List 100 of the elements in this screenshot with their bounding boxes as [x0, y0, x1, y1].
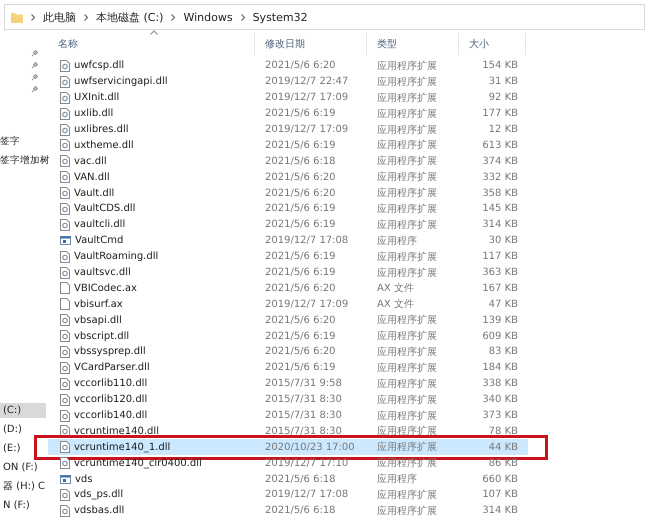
file-row[interactable]: vds_ps.dll 2019/12/7 17:08 应用程序扩展 107 KB [48, 487, 528, 503]
file-type: 应用程序扩展 [376, 440, 438, 454]
file-type: 应用程序扩展 [376, 218, 438, 232]
file-name: vbisurf.ax [74, 298, 123, 310]
nav-item[interactable]: 签字 [0, 135, 46, 148]
modified-date: 2021/5/6 6:20 [264, 282, 337, 294]
drive-item[interactable]: (E:) [0, 441, 46, 456]
file-name: vds [75, 474, 92, 485]
file-size: 613 KB [481, 140, 519, 151]
column-header[interactable]: 大小 [459, 33, 526, 55]
modified-date: 2019/12/7 17:10 [264, 458, 350, 469]
file-size: 373 KB [481, 410, 519, 422]
file-type: 应用程序扩展 [376, 314, 438, 328]
file-row[interactable]: vccorlib110.dll 2015/7/31 9:58 应用程序扩展 338 KB [48, 376, 528, 392]
file-row[interactable]: vaultcli.dll 2021/5/6 6:19 应用程序扩展 314 KB [48, 216, 528, 233]
window-icon [60, 236, 71, 246]
file-row[interactable]: vdsbas.dll 2021/5/6 6:18 应用程序扩展 314 KB [48, 502, 528, 519]
file-row[interactable]: vbisurf.ax 2019/12/7 17:09 AX 文件 47 KB [48, 296, 528, 312]
file-row[interactable]: vccorlib120.dll 2015/7/31 8:30 应用程序扩展 340 KB [48, 392, 528, 408]
file-row[interactable]: vcruntime140.dll 2015/7/31 8:30 应用程序扩展 78 KB [48, 423, 528, 440]
file-type: 应用程序扩展 [376, 138, 438, 152]
modified-date: 2019/12/7 17:08 [264, 235, 350, 246]
file-row[interactable]: VaultCmd 2019/12/7 17:08 应用程序 30 KB [48, 232, 528, 249]
file-row[interactable]: vccorlib140.dll 2015/7/31 8:30 应用程序扩展 373 KB [48, 408, 528, 424]
file-row[interactable]: VCardParser.dll 2021/5/6 6:19 应用程序扩展 184 KB [48, 360, 528, 376]
file-type: 应用程序扩展 [376, 202, 438, 216]
file-size: 30 KB [488, 235, 519, 246]
drive-item[interactable]: ON (F:) [0, 460, 46, 475]
file-row[interactable]: uxlibres.dll 2019/12/7 17:09 应用程序扩展 12 KB [48, 122, 528, 138]
file-type: 应用程序扩展 [376, 346, 438, 359]
file-row[interactable]: UXInit.dll 2019/12/7 17:09 应用程序扩展 92 KB [48, 90, 528, 106]
file-row[interactable]: vbsapi.dll 2021/5/6 6:20 应用程序扩展 139 KB [48, 312, 528, 328]
file-name: vbsapi.dll [74, 314, 122, 326]
breadcrumb-item[interactable]: Windows [183, 10, 233, 24]
file-name: VBICodec.ax [74, 282, 137, 294]
breadcrumb-item[interactable]: 此电脑 [43, 10, 76, 24]
modified-date: 2021/5/6 6:19 [264, 330, 337, 342]
file-name: VCardParser.dll [74, 362, 150, 374]
file-name: vds_ps.dll [74, 489, 124, 500]
drive-item[interactable]: (C:) [0, 403, 46, 418]
file-row[interactable]: VaultCDS.dll 2021/5/6 6:19 应用程序扩展 145 KB [48, 201, 528, 217]
modified-date: 2021/5/6 6:19 [264, 251, 337, 262]
modified-date: 2021/5/6 6:20 [264, 60, 337, 72]
gear-file-icon [60, 330, 70, 342]
drive-item[interactable]: N (F:) [0, 498, 46, 513]
file-row[interactable]: vbssysprep.dll 2021/5/6 6:20 应用程序扩展 83 KB [48, 344, 528, 360]
gear-file-icon [60, 441, 70, 454]
file-row[interactable]: uwfservicingapi.dll 2019/12/7 22:47 应用程序扩展 31 KB [48, 74, 528, 90]
modified-date: 2021/5/6 6:19 [264, 108, 337, 120]
file-row[interactable]: uxtheme.dll 2021/5/6 6:19 应用程序扩展 613 KB [48, 137, 528, 154]
pin-icon[interactable] [31, 62, 38, 69]
gear-file-icon [60, 346, 70, 358]
file-row[interactable]: VAN.dll 2021/5/6 6:20 应用程序扩展 332 KB [48, 169, 528, 186]
chevron-icon [84, 14, 88, 20]
file-row[interactable]: vcruntime140_clr0400.dll 2019/12/7 17:10 应用程序扩展 86 KB [48, 455, 528, 472]
pin-icon[interactable] [31, 86, 38, 93]
file-type: 应用程序扩展 [376, 378, 438, 391]
gear-file-icon [60, 504, 70, 517]
drive-item[interactable]: (D:) [0, 422, 46, 437]
gear-file-icon [60, 410, 70, 422]
file-name: UXInit.dll [74, 92, 120, 104]
file-row[interactable]: VaultRoaming.dll 2021/5/6 6:19 应用程序扩展 117 KB [48, 248, 528, 265]
file-row[interactable]: uxlib.dll 2021/5/6 6:19 应用程序扩展 177 KB [48, 106, 528, 122]
modified-date: 2021/5/6 6:18 [264, 474, 337, 485]
file-type: 应用程序扩展 [376, 76, 438, 89]
file-size: 363 KB [481, 267, 519, 278]
modified-date: 2021/5/6 6:19 [264, 203, 337, 214]
column-header[interactable]: 修改日期 [255, 33, 367, 55]
gear-file-icon [60, 92, 70, 104]
pin-icon[interactable] [31, 50, 38, 57]
file-type: 应用程序扩展 [376, 456, 438, 470]
column-header[interactable]: 名称 [48, 33, 255, 55]
pin-icon[interactable] [31, 74, 38, 81]
file-type: 应用程序扩展 [376, 330, 438, 344]
modified-date: 2019/12/7 17:09 [264, 92, 350, 104]
file-type: 应用程序扩展 [376, 186, 438, 200]
breadcrumb-item[interactable]: 本地磁盘 (C:) [96, 10, 164, 24]
file-row[interactable]: vds 2021/5/6 6:18 应用程序 660 KB [48, 471, 528, 488]
file-type: 应用程序 [376, 234, 418, 248]
drive-item[interactable]: 器 (H:) C [0, 479, 46, 494]
modified-date: 2021/5/6 6:20 [264, 172, 337, 183]
file-row[interactable]: vaultsvc.dll 2021/5/6 6:19 应用程序扩展 363 KB [48, 264, 528, 280]
breadcrumb-item[interactable]: System32 [252, 10, 308, 24]
column-header[interactable]: 类型 [367, 33, 459, 55]
file-size: 374 KB [481, 156, 519, 167]
file-type: 应用程序扩展 [376, 60, 438, 73]
file-row[interactable]: Vault.dll 2021/5/6 6:20 应用程序扩展 358 KB [48, 185, 528, 202]
file-type: 应用程序扩展 [376, 92, 438, 105]
file-size: 47 KB [488, 298, 519, 310]
file-row[interactable]: VBICodec.ax 2021/5/6 6:20 AX 文件 167 KB [48, 280, 528, 296]
file-row[interactable]: uwfcsp.dll 2021/5/6 6:20 应用程序扩展 154 KB [48, 58, 528, 74]
file-row[interactable]: vac.dll 2021/5/6 6:18 应用程序扩展 374 KB [48, 153, 528, 170]
modified-date: 2019/12/7 17:09 [264, 124, 350, 135]
file-name: uwfcsp.dll [74, 60, 124, 72]
sort-up-icon [150, 30, 158, 35]
file-row[interactable]: vbscript.dll 2021/5/6 6:19 应用程序扩展 609 KB [48, 328, 528, 344]
file-name: vdsbas.dll [74, 505, 124, 516]
file-row[interactable]: vcruntime140_1.dll 2020/10/23 17:00 应用程序扩展 44 KB [48, 439, 528, 456]
chevron-icon [171, 14, 176, 20]
file-type: 应用程序扩展 [376, 250, 438, 264]
